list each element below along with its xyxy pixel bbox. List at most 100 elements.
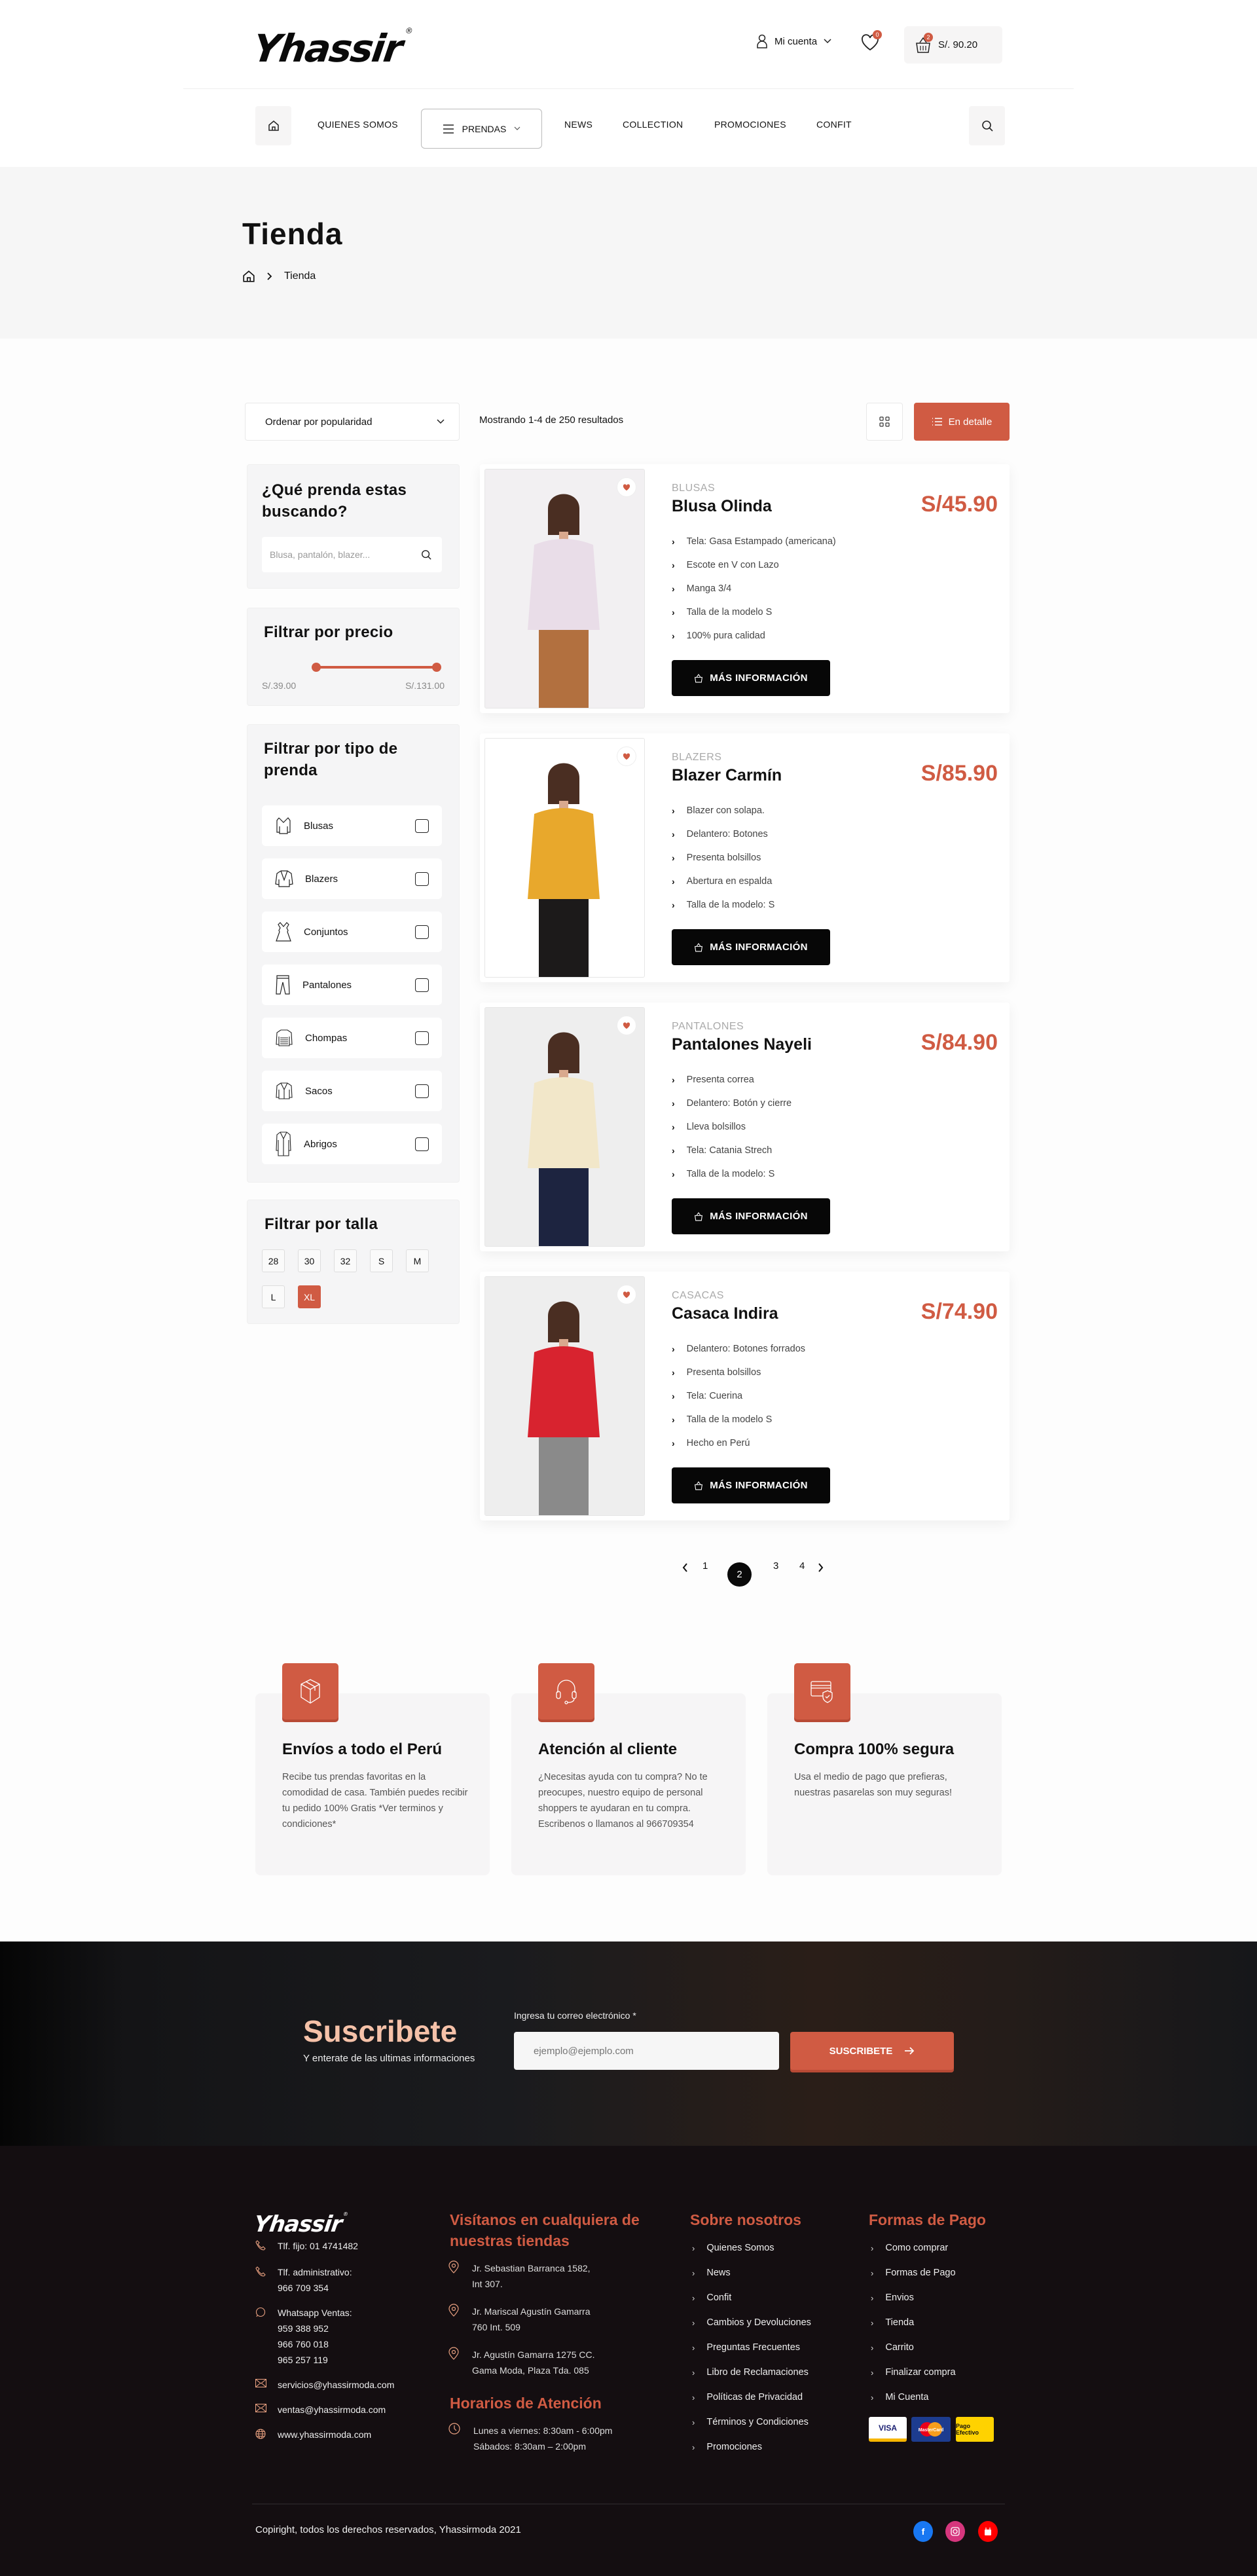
footer-link[interactable]: › Mi Cuenta [871,2385,956,2410]
footer-link[interactable]: › Confit [692,2285,811,2310]
footer-contact[interactable]: www.yhassirmoda.com [255,2427,371,2442]
footer-link[interactable]: › Términos y Condiciones [692,2410,811,2435]
footer-link[interactable]: › Carrito [871,2335,956,2360]
size-option[interactable]: L [262,1285,285,1308]
heart-icon [623,1021,630,1029]
product-image[interactable] [484,1276,645,1516]
product-image[interactable] [484,738,645,978]
size-option[interactable]: M [406,1249,429,1272]
add-to-wishlist-button[interactable] [617,477,636,497]
nav-promociones[interactable]: PROMOCIONES [714,119,786,130]
product-name[interactable]: Casaca Indira [672,1304,778,1323]
pagination-prev[interactable] [682,1560,688,1572]
price-min-handle[interactable] [312,663,321,672]
add-to-wishlist-button[interactable] [617,746,636,766]
nav-collection[interactable]: COLLECTION [623,119,683,130]
more-info-button[interactable]: MÁS INFORMACIÓN [672,1467,830,1503]
product-image[interactable] [484,1007,645,1247]
price-range-slider[interactable] [312,663,441,672]
feature-text: Tela: Gasa Estampado (americana) [686,536,836,547]
type-checkbox[interactable] [415,819,429,833]
product-name[interactable]: Blazer Carmín [672,766,782,785]
type-option-sacos[interactable]: Sacos [262,1071,442,1111]
product-search-input[interactable]: Blusa, pantalón, blazer... [262,537,442,572]
nav-prendas-dropdown[interactable]: PRENDAS [421,109,542,149]
price-max-handle[interactable] [432,663,441,672]
type-option-abrigos[interactable]: Abrigos [262,1124,442,1164]
facebook-icon[interactable]: f [913,2521,933,2542]
more-info-label: MÁS INFORMACIÓN [710,942,808,953]
size-option[interactable]: 30 [298,1249,321,1272]
footer-link[interactable]: › Cambios y Devoluciones [692,2310,811,2335]
size-option-selected[interactable]: XL [298,1285,321,1308]
size-option[interactable]: 28 [262,1249,285,1272]
type-checkbox[interactable] [415,978,429,992]
footer-link[interactable]: › Finalizar compra [871,2360,956,2385]
footer-link[interactable]: › Formas de Pago [871,2260,956,2285]
nav-home-button[interactable] [255,106,291,145]
store-address: Jr. Agustín Gamarra 1275 CC. Gama Moda, P… [448,2347,595,2378]
product-feature: › Manga 3/4 [672,577,836,600]
pagination-page[interactable]: 1 [702,1560,708,1572]
youtube-icon[interactable] [978,2521,998,2542]
footer-contact[interactable]: servicios@yhassirmoda.com [255,2377,394,2393]
pagination-next[interactable] [818,1560,824,1572]
more-info-button[interactable]: MÁS INFORMACIÓN [672,929,830,965]
subscribe-button[interactable]: SUSCRIBETE [790,2032,954,2070]
nav-news[interactable]: NEWS [564,119,592,130]
footer-link[interactable]: › Preguntas Frecuentes [692,2335,811,2360]
detail-view-button[interactable]: En detalle [914,403,1010,441]
footer-link[interactable]: › Envios [871,2285,956,2310]
type-checkbox[interactable] [415,1031,429,1045]
type-checkbox[interactable] [415,925,429,939]
footer-link[interactable]: › Promociones [692,2435,811,2459]
add-to-wishlist-button[interactable] [617,1016,636,1035]
type-checkbox[interactable] [415,872,429,886]
nav-search-button[interactable] [969,106,1005,145]
footer-logo[interactable]: Yhassir® [252,2211,348,2237]
newsletter-email-input[interactable] [514,2032,779,2070]
pagination-page[interactable]: 3 [773,1560,778,1572]
logo[interactable]: Yhassir® [250,26,412,71]
grid-view-button[interactable] [866,403,903,441]
sort-select[interactable]: Ordenar por popularidad [245,403,460,441]
size-option[interactable]: 32 [334,1249,357,1272]
footer-link[interactable]: › Quienes Somos [692,2236,811,2260]
cart-button[interactable]: 2 S/. 90.20 [904,26,1002,64]
type-option-blazers[interactable]: Blazers [262,858,442,899]
product-image[interactable] [484,469,645,708]
more-info-button[interactable]: MÁS INFORMACIÓN [672,1198,830,1234]
account-menu[interactable]: Mi cuenta [756,34,831,48]
type-option-chompas[interactable]: Chompas [262,1018,442,1058]
footer-link[interactable]: › News [692,2260,811,2285]
wishlist-button[interactable]: 0 [861,30,882,51]
type-option-blusas[interactable]: Blusas [262,805,442,846]
pagination-current[interactable]: 2 [727,1562,752,1587]
type-checkbox[interactable] [415,1137,429,1151]
type-option-pantalones[interactable]: Pantalones [262,965,442,1005]
nav-confit[interactable]: CONFIT [816,119,852,130]
product-name[interactable]: Pantalones Nayeli [672,1035,812,1054]
address-line: 760 Int. 509 [472,2322,520,2332]
add-to-wishlist-button[interactable] [617,1285,636,1304]
footer-link[interactable]: › Libro de Reclamaciones [692,2360,811,2385]
product-name[interactable]: Blusa Olinda [672,497,772,516]
type-label: Pantalones [302,979,352,991]
footer-contact[interactable]: ventas@yhassirmoda.com [255,2402,386,2418]
type-option-conjuntos[interactable]: Conjuntos [262,911,442,952]
footer-link[interactable]: › Políticas de Privacidad [692,2385,811,2410]
instagram-icon[interactable] [945,2521,965,2542]
size-option[interactable]: S [370,1249,393,1272]
more-info-button[interactable]: MÁS INFORMACIÓN [672,660,830,696]
footer-link[interactable]: › Tienda [871,2310,956,2335]
chevron-right-icon: › [672,560,675,570]
chevron-right-icon: › [672,900,675,910]
long-coat-icon [275,1131,292,1157]
nav-quienes-somos[interactable]: QUIENES SOMOS [318,119,398,130]
pagination-page[interactable]: 4 [799,1560,805,1572]
breadcrumb-home-icon[interactable] [242,270,255,283]
size-filter-widget: Filtrar por talla 28 30 32 S M L XL [247,1200,460,1324]
type-checkbox[interactable] [415,1084,429,1098]
footer-link[interactable]: › Como comprar [871,2236,956,2260]
product-feature: › Talla de la modelo: S [672,1162,792,1186]
